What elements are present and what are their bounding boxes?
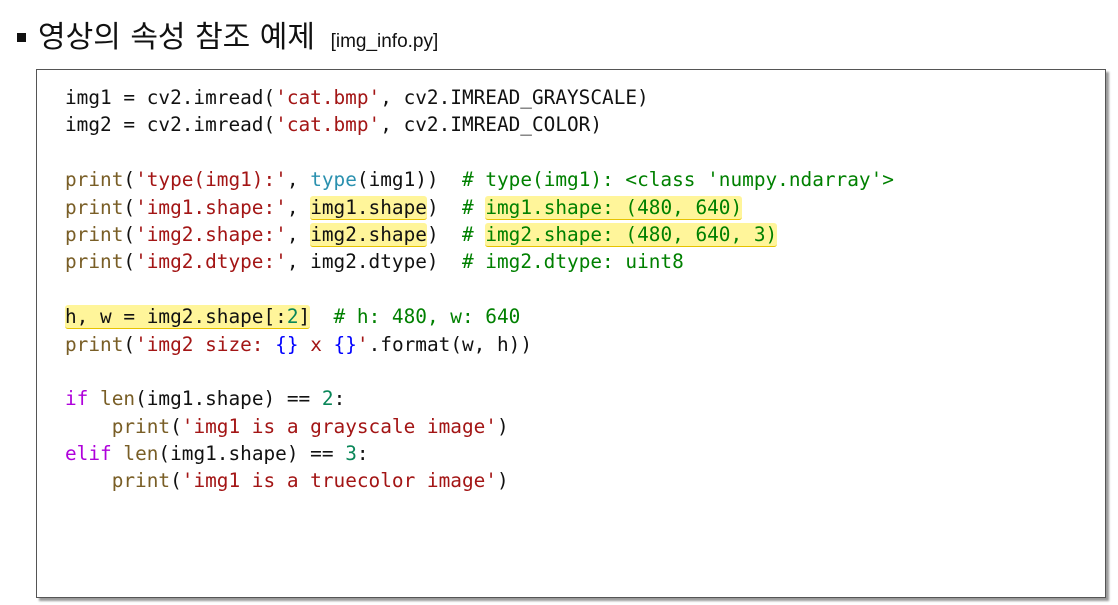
highlighted-code-token: img2.shape: (480, 640, 3)	[485, 222, 778, 247]
code-token: 'img2.shape:'	[135, 222, 287, 246]
code-token: , cv2.IMREAD_GRAYSCALE)	[380, 86, 649, 109]
code-token: print	[65, 250, 124, 274]
code-token: 'img2.dtype:'	[135, 250, 287, 274]
code-token: :	[333, 387, 346, 411]
code-token: '	[356, 332, 369, 356]
code-token: 2	[321, 387, 334, 411]
code-token: # img2.dtype: uint8	[461, 250, 684, 274]
code-token: elif	[65, 442, 112, 466]
code-token: 'img1.shape:'	[135, 195, 287, 219]
code-token: {}	[333, 332, 357, 356]
code-line: img2 = cv2.imread('cat.bmp', cv2.IMREAD_…	[65, 111, 894, 138]
code-line: h, w = img2.shape[:2] # h: 480, w: 640	[65, 303, 894, 330]
code-token: ,	[286, 168, 311, 192]
slide-title-filename: [img_info.py]	[330, 31, 439, 52]
highlighted-code-token: ]	[298, 305, 311, 329]
code-token: 'img2 size:	[135, 332, 276, 356]
code-line: print('img2.dtype:', img2.dtype) # img2.…	[65, 248, 894, 275]
code-line: print('img1.shape:', img1.shape) # img1.…	[65, 194, 894, 221]
code-token: )	[426, 222, 462, 246]
code-token: len	[123, 442, 159, 466]
code-line: print('type(img1):', type(img1)) # type(…	[65, 166, 894, 193]
slide-title: 영상의 속성 참조 예제 [img_info.py]	[38, 18, 438, 62]
code-token: # h: 480, w: 640	[333, 305, 521, 329]
code-token: (	[123, 332, 136, 356]
code-token: )	[496, 414, 509, 438]
code-token: (	[123, 250, 136, 274]
code-line: if len(img1.shape) == 2:	[65, 385, 894, 412]
highlight-mark: h, w = img2.shape[:2]	[65, 305, 311, 330]
code-token: (img1.shape) ==	[135, 387, 322, 411]
code-token: x	[298, 332, 334, 356]
code-token: (	[123, 195, 136, 219]
code-token: print	[65, 332, 124, 356]
code-token: len	[100, 387, 136, 411]
code-token: (	[123, 168, 136, 192]
code-token: img2 = cv2.imread(	[65, 113, 276, 137]
code-token: 'cat.bmp'	[275, 86, 381, 109]
code-token: # type(img1): <class 'numpy.ndarray'>	[461, 168, 894, 192]
highlighted-code-token: img2.shape	[310, 222, 427, 247]
code-token: 'img1 is a truecolor image'	[181, 469, 497, 493]
code-token: print	[111, 414, 171, 438]
code-token: print	[65, 222, 124, 246]
code-token: , img2.dtype)	[286, 250, 462, 274]
highlighted-code-token: img1.shape	[310, 195, 427, 220]
code-token: (img1))	[356, 168, 462, 192]
code-line: print('img1 is a truecolor image')	[65, 467, 894, 494]
code-line: print('img2.shape:', img2.shape) # img2.…	[65, 221, 894, 248]
code-token: 3	[345, 442, 357, 466]
code-line: print('img1 is a grayscale image')	[65, 413, 894, 440]
code-token: (	[123, 222, 136, 246]
code-token: img1 = cv2.imread(	[65, 86, 276, 109]
code-token: , cv2.IMREAD_COLOR)	[380, 113, 603, 137]
code-token: #	[461, 195, 486, 219]
code-token: )	[496, 469, 509, 493]
code-token: #	[461, 222, 486, 246]
code-token: :	[356, 442, 369, 466]
code-token: if	[65, 387, 89, 411]
code-line: print('img2 size: {} x {}'.format(w, h))	[65, 331, 894, 358]
code-token: print	[65, 168, 124, 192]
slide-title-text: 영상의 속성 참조 예제	[38, 20, 316, 55]
code-listing: img1 = cv2.imread('cat.bmp', cv2.IMREAD_…	[65, 84, 894, 495]
highlighted-code-token: 2	[286, 305, 299, 329]
code-token: (img1.shape) ==	[158, 442, 346, 466]
code-token: .format(w, h))	[368, 332, 533, 356]
code-line: img1 = cv2.imread('cat.bmp', cv2.IMREAD_…	[65, 84, 894, 111]
code-token: ,	[286, 222, 311, 246]
code-token: 'img1 is a grayscale image'	[181, 414, 497, 438]
bullet-marker	[17, 33, 26, 42]
code-token: ,	[286, 195, 311, 219]
code-token: (	[170, 469, 182, 493]
code-token: {}	[275, 332, 299, 356]
highlighted-code-token: h, w = img2.shape[:	[65, 305, 287, 329]
code-token: print	[111, 469, 171, 493]
code-token: type	[310, 168, 357, 192]
code-token: 'type(img1):'	[135, 168, 287, 192]
code-block: img1 = cv2.imread('cat.bmp', cv2.IMREAD_…	[36, 69, 1106, 598]
code-token: print	[65, 195, 124, 219]
code-token: (	[170, 414, 182, 438]
code-line: elif len(img1.shape) == 3:	[65, 440, 894, 467]
code-token: )	[426, 195, 462, 219]
code-token: 'cat.bmp'	[275, 113, 381, 137]
highlighted-code-token: img1.shape: (480, 640)	[485, 195, 743, 220]
